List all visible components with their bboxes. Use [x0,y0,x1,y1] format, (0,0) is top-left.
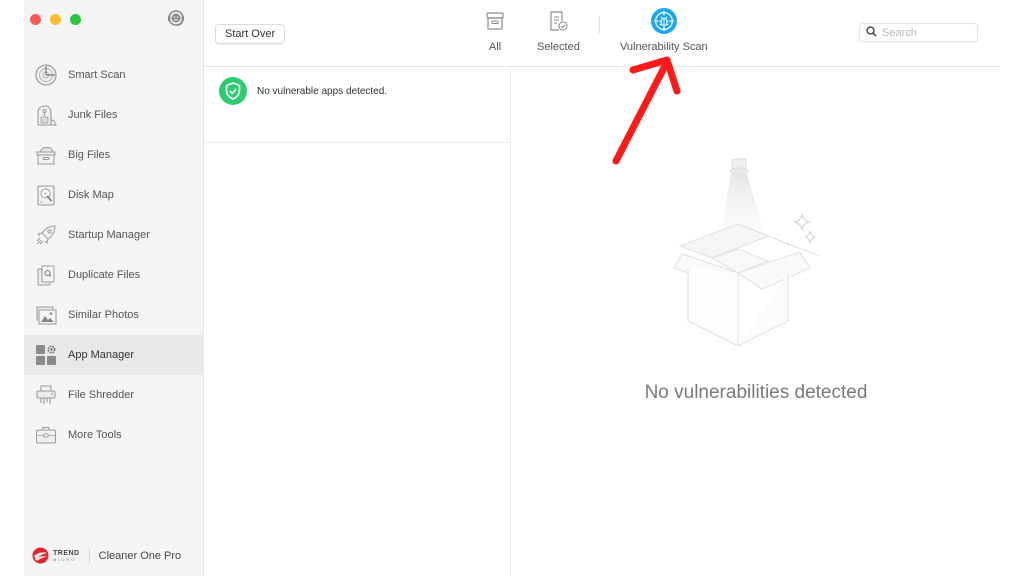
shredder-icon [34,383,58,407]
sidebar-item-startup-manager[interactable]: Startup Manager [24,215,203,255]
bug-target-icon [650,8,677,34]
tab-divider [599,16,600,34]
sidebar-item-smart-scan[interactable]: Smart Scan [24,55,203,95]
empty-state-message: No vulnerabilities detected [644,382,868,403]
sidebar-item-label: Startup Manager [68,229,150,241]
brand-company-line2: MICRO [53,556,77,562]
sidebar-item-label: Similar Photos [68,309,139,321]
start-over-button[interactable]: Start Over [215,24,286,44]
photos-icon [34,303,58,327]
sidebar-item-similar-photos[interactable]: Similar Photos [24,295,203,335]
storage-box-icon [34,143,58,167]
checked-document-icon [545,8,571,34]
tab-all[interactable]: All [482,8,508,53]
sidebar-item-label: Big Files [68,149,111,161]
tab-vulnerability-scan[interactable]: Vulnerability Scan [620,8,708,53]
sidebar-nav: Smart Scan Junk Files Big Files Disk Map… [24,55,203,455]
sidebar-item-label: Junk Files [68,109,118,121]
sidebar-item-label: File Shredder [68,389,135,401]
tab-label: Vulnerability Scan [620,41,708,53]
app-grid-gear-icon [34,343,58,367]
sidebar: Smart Scan Junk Files Big Files Disk Map… [24,0,204,576]
sidebar-item-file-shredder[interactable]: File Shredder [24,375,203,415]
brand-company-line1: TREND [53,549,80,557]
detail-pane: No vulnerabilities detected [512,68,1000,576]
minimize-window-button[interactable] [50,14,61,25]
close-window-button[interactable] [30,14,41,25]
product-name: Cleaner One Pro [98,549,182,562]
support-agent-icon[interactable] [165,7,187,29]
duplicate-files-icon [34,263,58,287]
sidebar-item-more-tools[interactable]: More Tools [24,415,203,455]
sidebar-item-app-manager[interactable]: App Manager [24,335,203,375]
trend-micro-logo-icon [32,547,49,564]
archive-box-icon [482,8,508,34]
sidebar-item-duplicate-files[interactable]: Duplicate Files [24,255,203,295]
zoom-window-button[interactable] [70,14,81,25]
search-box[interactable] [859,23,978,42]
rocket-icon [34,223,58,247]
sidebar-item-big-files[interactable]: Big Files [24,135,203,175]
status-message: No vulnerable apps detected. [257,86,388,97]
sidebar-item-label: Duplicate Files [68,269,141,281]
left-gutter [0,0,24,576]
search-input[interactable] [882,26,972,39]
radar-icon [34,63,58,87]
results-list-pane: No vulnerable apps detected. [204,68,511,576]
sidebar-item-label: More Tools [68,429,122,441]
sidebar-item-label: Disk Map [68,189,114,201]
brand-company: TREND MICRO [53,550,80,562]
tab-selected[interactable]: Selected [537,8,580,53]
shield-check-icon [219,77,247,105]
vacuum-icon [34,103,58,127]
sidebar-item-label: Smart Scan [68,69,126,81]
brand-divider [88,548,90,563]
toolbar: Start Over All Selected Vulnerability Sc… [204,0,1000,67]
tab-label: All [488,41,502,53]
empty-box-illustration [672,156,842,351]
window-controls [30,14,81,25]
toolbox-icon [34,423,58,447]
list-item: No vulnerable apps detected. [204,68,510,143]
sidebar-item-label: App Manager [68,349,135,361]
search-icon [866,24,877,42]
sidebar-item-disk-map[interactable]: Disk Map [24,175,203,215]
brand-footer: TREND MICRO Cleaner One Pro [32,547,181,564]
disk-map-icon [34,183,58,207]
sidebar-item-junk-files[interactable]: Junk Files [24,95,203,135]
tab-label: Selected [537,41,580,53]
